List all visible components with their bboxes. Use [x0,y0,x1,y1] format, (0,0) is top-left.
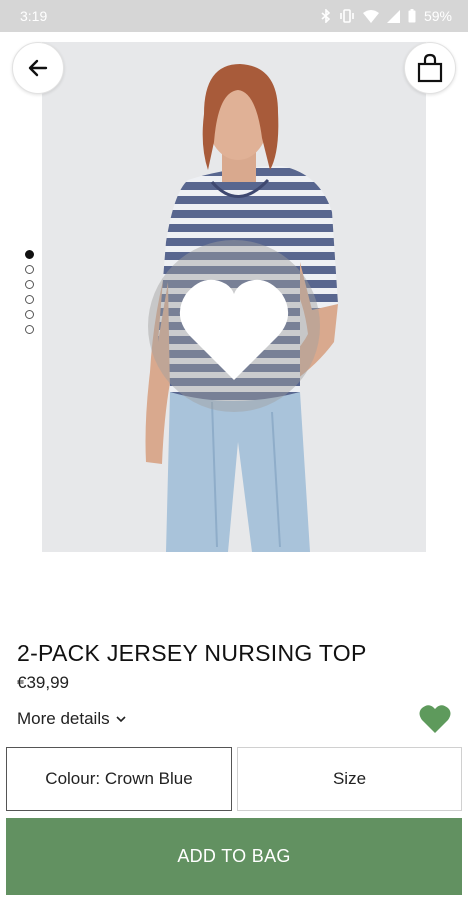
status-icons: 59% [321,8,452,24]
pagination-dot-active[interactable] [25,250,34,259]
size-selector[interactable]: Size [237,747,462,811]
pagination-dot[interactable] [25,310,34,319]
more-details-link[interactable]: More details [17,709,126,729]
pagination-dot[interactable] [25,325,34,334]
bluetooth-icon [321,9,331,23]
product-price: €39,99 [17,673,69,692]
colour-label: Colour: Crown Blue [45,769,193,788]
arrow-left-icon [28,59,48,77]
battery-percent: 59% [423,8,452,24]
wishlist-heart-icon[interactable] [418,703,452,735]
heart-overlay-icon [148,240,320,412]
colour-selector[interactable]: Colour: Crown Blue [6,747,232,811]
signal-icon [386,9,400,23]
battery-icon [408,9,416,23]
image-pagination [25,250,34,334]
wifi-icon [362,9,379,23]
pagination-dot[interactable] [25,280,34,289]
pagination-dot[interactable] [25,295,34,304]
add-to-bag-button[interactable]: ADD TO BAG [6,818,462,895]
back-button[interactable] [12,42,64,94]
product-title: 2-PACK JERSEY NURSING TOP [17,640,367,666]
status-bar: 3:19 59% [0,0,468,32]
add-to-bag-label: ADD TO BAG [177,846,291,866]
pagination-dot[interactable] [25,265,34,274]
chevron-down-icon [116,716,126,723]
size-label: Size [332,769,367,788]
status-time: 3:19 [20,8,48,24]
shopping-bag-icon [417,53,443,83]
more-details-label: More details [17,709,110,728]
shopping-bag-button[interactable] [404,42,456,94]
vibrate-icon [340,9,354,23]
